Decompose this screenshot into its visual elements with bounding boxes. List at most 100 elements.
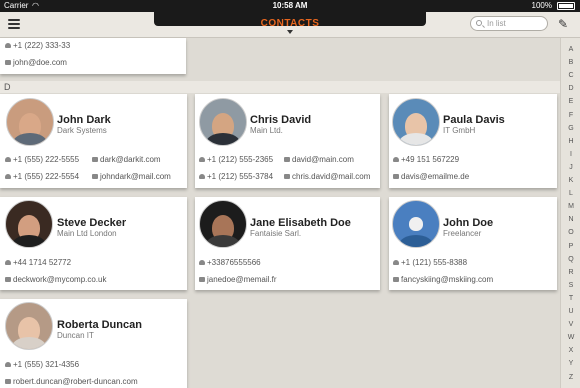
phone-line[interactable]: +1 (212) 555-2365 — [199, 155, 273, 164]
contact-name: Roberta Duncan — [57, 319, 142, 331]
avatar — [5, 200, 53, 248]
index-letter[interactable]: E — [561, 98, 580, 105]
contact-name: Chris David — [250, 114, 312, 126]
index-letter[interactable]: L — [561, 190, 580, 197]
contact-card[interactable]: Paula Davis IT GmbH +49 151 567229 davis… — [389, 94, 557, 188]
email-line[interactable]: johndark@mail.com — [92, 172, 171, 181]
email-line[interactable]: david@main.com — [284, 155, 354, 164]
email-icon — [5, 60, 11, 66]
phone-icon — [5, 174, 11, 180]
email-icon — [92, 157, 98, 163]
contact-card[interactable]: John Dark Dark Systems +1 (555) 222-5555… — [0, 94, 187, 188]
section-header: D — [0, 81, 560, 93]
index-letter[interactable]: T — [561, 295, 580, 302]
index-letter[interactable]: X — [561, 347, 580, 354]
index-letter[interactable]: R — [561, 269, 580, 276]
contact-company: Freelancer — [443, 229, 482, 238]
email-line[interactable]: dark@darkit.com — [92, 155, 161, 164]
email-icon — [5, 277, 11, 283]
alphabet-index[interactable]: ABCDEFGHIJKLMNOPQRSTUVWXYZ — [560, 38, 580, 388]
index-letter[interactable]: K — [561, 177, 580, 184]
index-letter[interactable]: V — [561, 321, 580, 328]
email-line[interactable]: robert.duncan@robert-duncan.com — [5, 377, 138, 386]
index-letter[interactable]: S — [561, 282, 580, 289]
index-letter[interactable]: W — [561, 334, 580, 341]
index-letter[interactable]: M — [561, 203, 580, 210]
clock: 10:58 AM — [272, 1, 308, 10]
index-letter[interactable]: H — [561, 138, 580, 145]
index-letter[interactable]: F — [561, 112, 580, 119]
nav-bar: CONTACTS In list ✎ — [0, 12, 580, 38]
phone-line[interactable]: +1 (555) 321-4356 — [5, 360, 79, 369]
phone-icon — [199, 174, 205, 180]
index-letter[interactable]: D — [561, 85, 580, 92]
contact-company: Main Ltd London — [57, 229, 117, 238]
email-icon — [393, 277, 399, 283]
index-letter[interactable]: A — [561, 46, 580, 53]
phone-line[interactable]: +1 (555) 222-5554 — [5, 172, 79, 181]
email-line[interactable]: davis@emailme.de — [393, 172, 469, 181]
battery-percent: 100% — [531, 1, 552, 10]
email-line[interactable]: fancyskiing@mskiing.com — [393, 275, 493, 284]
index-letter[interactable]: J — [561, 164, 580, 171]
avatar — [5, 302, 53, 350]
email-icon — [393, 174, 399, 180]
phone-line[interactable]: +1 (212) 555-3784 — [199, 172, 273, 181]
phone-icon — [5, 362, 11, 368]
avatar — [6, 98, 54, 146]
email-line[interactable]: janedoe@memail.fr — [199, 275, 276, 284]
battery-icon — [557, 2, 575, 10]
phone-line[interactable]: +1 (555) 222-5555 — [5, 155, 79, 164]
edit-icon[interactable]: ✎ — [558, 17, 568, 31]
phone-line[interactable]: +1 (121) 555-8388 — [393, 258, 467, 267]
index-letter[interactable]: I — [561, 151, 580, 158]
index-letter[interactable]: Q — [561, 256, 580, 263]
index-letter[interactable]: G — [561, 125, 580, 132]
phone-icon — [199, 260, 205, 266]
contact-name: Paula Davis — [443, 114, 505, 126]
contact-card[interactable]: Chris David Main Ltd. +1 (212) 555-2365 … — [195, 94, 380, 188]
status-bar: Carrier ◠ 10:58 AM 100% — [0, 0, 580, 12]
contact-name: Jane Elisabeth Doe — [250, 217, 351, 229]
index-letter[interactable]: C — [561, 72, 580, 79]
index-letter[interactable]: U — [561, 308, 580, 315]
index-letter[interactable]: P — [561, 243, 580, 250]
phone-icon — [393, 157, 399, 163]
contact-card[interactable]: Steve Decker Main Ltd London +44 1714 52… — [0, 197, 187, 290]
phone-line[interactable]: +33876555566 — [199, 258, 261, 267]
search-input[interactable]: In list — [470, 16, 548, 31]
email-icon — [199, 277, 205, 283]
phone-icon — [5, 43, 11, 49]
search-placeholder: In list — [487, 19, 506, 28]
email-icon — [284, 174, 290, 180]
index-letter[interactable]: Y — [561, 360, 580, 367]
contact-company: IT GmbH — [443, 126, 476, 135]
index-letter[interactable]: O — [561, 229, 580, 236]
email-line[interactable]: chris.david@mail.com — [284, 172, 370, 181]
email-icon — [5, 379, 11, 385]
email-line[interactable]: deckwork@mycomp.co.uk — [5, 275, 106, 284]
contact-card[interactable]: Roberta Duncan Duncan IT +1 (555) 321-43… — [0, 299, 187, 388]
email-icon — [92, 174, 98, 180]
phone-line[interactable]: +44 1714 52772 — [5, 258, 71, 267]
contact-company: Fantaisie Sarl. — [250, 229, 302, 238]
contact-card[interactable]: Jane Elisabeth Doe Fantaisie Sarl. +3387… — [195, 197, 380, 290]
index-letter[interactable]: N — [561, 216, 580, 223]
phone-line[interactable]: +49 151 567229 — [393, 155, 459, 164]
avatar — [199, 200, 247, 248]
index-letter[interactable]: B — [561, 59, 580, 66]
chevron-down-icon[interactable] — [287, 30, 293, 34]
phone-icon — [5, 260, 11, 266]
contact-name: John Doe — [443, 217, 494, 229]
index-letter[interactable]: Z — [561, 374, 580, 381]
phone-icon — [393, 260, 399, 266]
contact-card[interactable]: John Doe Freelancer +1 (121) 555-8388 fa… — [389, 197, 557, 290]
avatar — [199, 98, 247, 146]
email-icon — [284, 157, 290, 163]
search-icon — [476, 20, 482, 26]
avatar — [392, 98, 440, 146]
contact-company: Duncan IT — [57, 331, 94, 340]
phone-icon — [5, 157, 11, 163]
phone-line: +1 (222) 333-33 — [5, 41, 70, 50]
contact-card-partial[interactable]: +1 (222) 333-33 john@doe.com — [0, 38, 186, 74]
